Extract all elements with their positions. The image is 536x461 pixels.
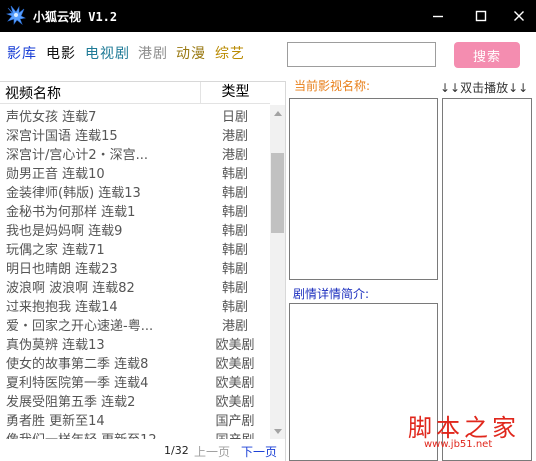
minimize-button[interactable] [419,0,457,32]
video-type: 国产剧 [215,414,255,429]
page-indicator: 1/32 [164,444,189,457]
video-type: 韩剧 [221,224,248,239]
video-name: 像我们一样年轻 更新至12 [6,429,200,439]
video-name: 使女的故事第二季 连载8 [6,357,149,372]
video-type: 欧美剧 [215,338,255,353]
plot-intro-label: 剧情详情简介: [293,287,370,301]
video-type: 韩剧 [221,205,248,220]
video-name: 深宫计国语 连载15 [6,129,118,144]
video-type: 欧美剧 [215,357,255,372]
video-type: 日剧 [221,110,248,125]
video-type: 韩剧 [221,262,248,277]
video-name: 勇者胜 更新至14 [6,414,105,429]
scroll-thumb[interactable] [271,153,284,233]
scroll-up-icon[interactable] [270,105,285,120]
episode-list-box[interactable] [442,98,532,461]
current-title-box[interactable] [289,98,438,280]
video-name: 金装律师(韩版) 连载13 [6,186,141,201]
category-tab-tv-series[interactable]: 电视剧 [85,43,130,63]
video-name: 勋男正音 连载10 [6,167,105,182]
video-type: 欧美剧 [215,376,255,391]
list-item[interactable]: 真伪莫辨 连载13 欧美剧 [0,333,270,353]
video-type: 韩剧 [221,167,248,182]
list-item[interactable]: 明日也晴朗 连载23 韩剧 [0,257,270,277]
list-item[interactable]: 深宫计国语 连载15 港剧 [0,124,270,144]
minimize-icon [432,10,444,22]
list-rows: 声优女孩 连载7 日剧 深宫计国语 连载15 港剧 深宫计/宫心计2・深宫... 港剧 勋男… [0,105,270,439]
maximize-button[interactable] [462,0,500,32]
watermark: 脚本之家 www.jb51.net [404,408,534,458]
list-item[interactable]: 金秘书为何那样 连载1 韩剧 [0,200,270,220]
list-item[interactable]: 波浪啊 波浪啊 连载82 韩剧 [0,276,270,296]
video-name: 玩偶之家 连载71 [6,243,105,258]
video-name: 明日也晴朗 连载23 [6,262,118,277]
list-item[interactable]: 使女的故事第二季 连载8 欧美剧 [0,352,270,372]
title-bar[interactable]: 小狐云视 V1.2 [0,0,536,32]
search-button[interactable]: 搜索 [454,42,520,68]
next-page-link[interactable]: 下一页 [241,443,277,460]
current-title-label: 当前影视名称: [294,79,371,93]
list-header: 视频名称 类型 [0,82,270,104]
video-type: 韩剧 [221,186,248,201]
video-list: 视频名称 类型 声优女孩 连载7 日剧 深宫计国语 连载15 港剧 深宫计/宫心计2・深… [0,81,286,461]
double-click-play-label: ↓↓双击播放↓↓ [440,81,529,95]
pagination: 1/32 上一页 下一页 [0,439,285,461]
column-header-type[interactable]: 类型 [200,82,270,104]
video-name: 发展受阻第五季 连载2 [6,395,136,410]
close-icon [513,10,525,22]
category-tab-movie[interactable]: 电影 [46,43,76,63]
list-item[interactable]: 玩偶之家 连载71 韩剧 [0,238,270,258]
video-name: 深宫计/宫心计2・深宫... [6,148,149,163]
video-type: 韩剧 [221,300,248,315]
video-name: 我也是妈妈啊 连载9 [6,224,123,239]
video-type: 欧美剧 [215,395,255,410]
column-header-name[interactable]: 视频名称 [5,83,61,103]
scroll-down-icon[interactable] [270,424,285,439]
video-type: 国产剧 [200,429,270,439]
list-item[interactable]: 勇者胜 更新至14 国产剧 [0,409,270,429]
list-item[interactable]: 我也是妈妈啊 连载9 韩剧 [0,219,270,239]
category-tab-variety[interactable]: 综艺 [215,43,245,63]
video-name: 爱・回家之开心速递-粤... [6,319,154,334]
prev-page-link[interactable]: 上一页 [194,443,230,460]
category-tab-anime[interactable]: 动漫 [176,43,206,63]
list-item[interactable]: 夏利特医院第一季 连载4 欧美剧 [0,371,270,391]
vertical-scrollbar[interactable] [270,105,285,439]
video-name: 真伪莫辨 连载13 [6,338,105,353]
watermark-text: 脚本之家 [408,414,520,442]
close-button[interactable] [500,0,536,32]
list-item[interactable]: 爱・回家之开心速递-粤... 港剧 [0,314,270,334]
list-item[interactable]: 像我们一样年轻 更新至12国产剧 [0,428,270,439]
video-name: 过来抱抱我 连载14 [6,300,118,315]
video-name: 金秘书为何那样 连载1 [6,205,136,220]
search-input[interactable] [287,42,436,67]
fox-logo-icon [5,5,26,25]
video-name: 夏利特医院第一季 连载4 [6,376,149,391]
video-type: 韩剧 [221,281,248,296]
video-type: 韩剧 [221,243,248,258]
category-tab-hk-drama[interactable]: 港剧 [138,43,168,63]
watermark-url: www.jb51.net [424,439,493,450]
video-type: 港剧 [221,319,248,334]
video-name: 波浪啊 波浪啊 连载82 [6,281,135,296]
category-tab-library[interactable]: 影库 [7,43,37,63]
list-item[interactable]: 深宫计/宫心计2・深宫... 港剧 [0,143,270,163]
list-item[interactable]: 勋男正音 连载10 韩剧 [0,162,270,182]
video-type: 港剧 [221,148,248,163]
list-item[interactable]: 声优女孩 连载7 日剧 [0,105,270,125]
list-item[interactable]: 发展受阻第五季 连载2 欧美剧 [0,390,270,410]
list-item[interactable]: 过来抱抱我 连载14 韩剧 [0,295,270,315]
video-name: 声优女孩 连载7 [6,110,97,125]
maximize-icon [475,10,487,22]
video-type: 港剧 [221,129,248,144]
window-title: 小狐云视 V1.2 [33,10,118,24]
list-item[interactable]: 金装律师(韩版) 连载13 韩剧 [0,181,270,201]
